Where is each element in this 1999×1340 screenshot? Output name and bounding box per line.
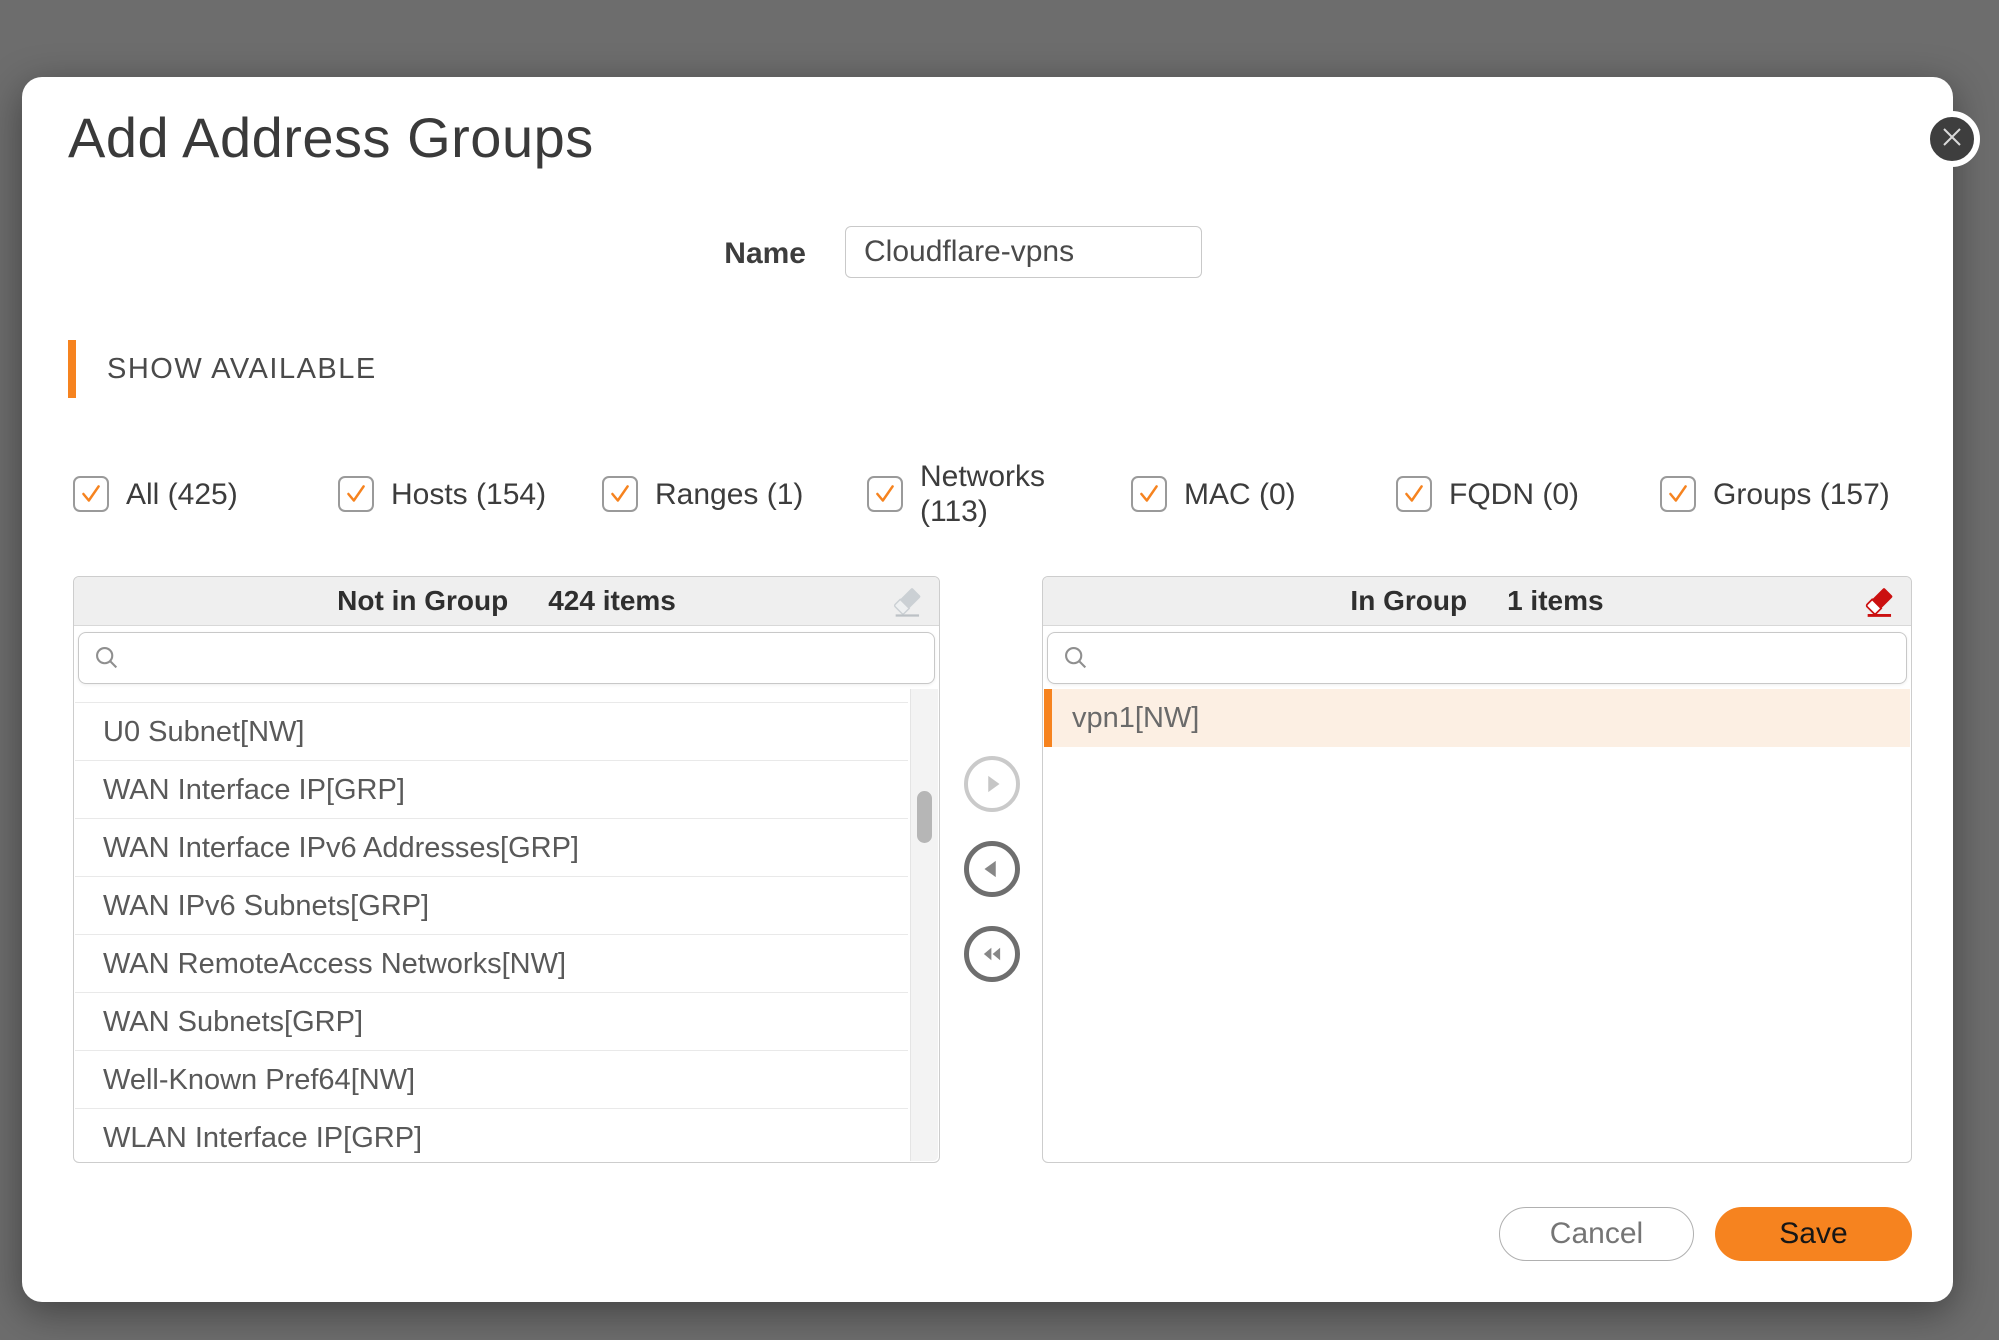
filter-groups: Groups (157) <box>1660 460 1890 528</box>
list-item-selected[interactable]: vpn1[NW] <box>1044 689 1910 747</box>
filter-ranges: Ranges (1) <box>602 460 803 528</box>
checkmark-icon <box>607 481 633 507</box>
filter-label: MAC (0) <box>1184 477 1296 512</box>
search-input[interactable] <box>1047 632 1907 684</box>
checkmark-icon <box>78 481 104 507</box>
double-arrow-left-icon <box>977 939 1007 969</box>
list-item[interactable]: WAN Interface IP[GRP] <box>75 761 908 819</box>
arrow-right-icon <box>977 769 1007 799</box>
checkbox-all[interactable] <box>73 476 109 512</box>
arrow-left-icon <box>977 854 1007 884</box>
clear-selection-button[interactable] <box>889 583 925 621</box>
list-item[interactable]: WAN RemoteAccess Networks[NW] <box>75 935 908 993</box>
section-accent-bar <box>68 340 76 398</box>
eraser-icon <box>890 584 924 620</box>
checkmark-icon <box>343 481 369 507</box>
move-left-button[interactable] <box>964 841 1020 897</box>
list-item[interactable]: Well-Known Pref64[NW] <box>75 1051 908 1109</box>
list-item-partial <box>75 689 908 703</box>
name-field-label: Name <box>606 237 806 271</box>
not-in-group-header: Not in Group 424 items <box>74 577 939 626</box>
checkmark-icon <box>1401 481 1427 507</box>
search-icon <box>93 644 121 677</box>
filter-all: All (425) <box>73 460 238 528</box>
not-in-group-search <box>78 632 935 684</box>
filter-networks: Networks (113) <box>867 460 1055 528</box>
checkbox-mac[interactable] <box>1131 476 1167 512</box>
filter-fqdn: FQDN (0) <box>1396 460 1579 528</box>
show-available-heading: SHOW AVAILABLE <box>107 353 377 386</box>
list-item[interactable]: WAN Subnets[GRP] <box>75 993 908 1051</box>
filter-label: Networks (113) <box>920 459 1055 529</box>
in-group-header: In Group 1 items <box>1043 577 1911 626</box>
filter-mac: MAC (0) <box>1131 460 1296 528</box>
checkbox-hosts[interactable] <box>338 476 374 512</box>
in-group-search <box>1047 632 1907 684</box>
panel-item-count: 424 items <box>548 585 676 617</box>
cancel-button[interactable]: Cancel <box>1499 1207 1694 1261</box>
checkmark-icon <box>1136 481 1162 507</box>
checkbox-ranges[interactable] <box>602 476 638 512</box>
in-group-list: vpn1[NW] <box>1044 689 1910 1161</box>
filter-label: Hosts (154) <box>391 477 546 512</box>
move-right-button[interactable] <box>964 756 1020 812</box>
scrollbar-track[interactable] <box>910 689 938 1161</box>
clear-group-button[interactable] <box>1861 583 1897 621</box>
page-title: Add Address Groups <box>68 107 594 169</box>
panel-item-count: 1 items <box>1507 585 1604 617</box>
search-icon <box>1062 644 1090 677</box>
in-group-panel: In Group 1 items vpn1[NW] <box>1042 576 1912 1163</box>
save-button[interactable]: Save <box>1715 1207 1912 1261</box>
add-address-groups-dialog: Add Address Groups Name SHOW AVAILABLE A… <box>22 77 1953 1302</box>
eraser-red-icon <box>1862 584 1896 620</box>
not-in-group-panel: Not in Group 424 items U0 Subnet[NW] <box>73 576 940 1163</box>
checkbox-fqdn[interactable] <box>1396 476 1432 512</box>
panel-title: Not in Group <box>337 585 508 617</box>
list-item[interactable]: WAN Interface IPv6 Addresses[GRP] <box>75 819 908 877</box>
checkbox-groups[interactable] <box>1660 476 1696 512</box>
filter-label: Ranges (1) <box>655 477 803 512</box>
checkmark-icon <box>1665 481 1691 507</box>
list-item[interactable]: WAN IPv6 Subnets[GRP] <box>75 877 908 935</box>
filter-label: All (425) <box>126 477 238 512</box>
close-button[interactable] <box>1924 111 1980 167</box>
move-all-left-button[interactable] <box>964 926 1020 982</box>
checkmark-icon <box>872 481 898 507</box>
filter-label: FQDN (0) <box>1449 477 1579 512</box>
filter-label: Groups (157) <box>1713 477 1890 512</box>
list-item[interactable]: WLAN Interface IP[GRP] <box>75 1109 908 1161</box>
name-input[interactable] <box>845 226 1202 278</box>
list-item[interactable]: U0 Subnet[NW] <box>75 703 908 761</box>
filter-hosts: Hosts (154) <box>338 460 546 528</box>
close-icon <box>1939 124 1965 155</box>
panel-title: In Group <box>1350 585 1467 617</box>
scrollbar-thumb[interactable] <box>917 791 932 843</box>
search-input[interactable] <box>78 632 935 684</box>
checkbox-networks[interactable] <box>867 476 903 512</box>
not-in-group-list: U0 Subnet[NW] WAN Interface IP[GRP] WAN … <box>75 689 938 1161</box>
